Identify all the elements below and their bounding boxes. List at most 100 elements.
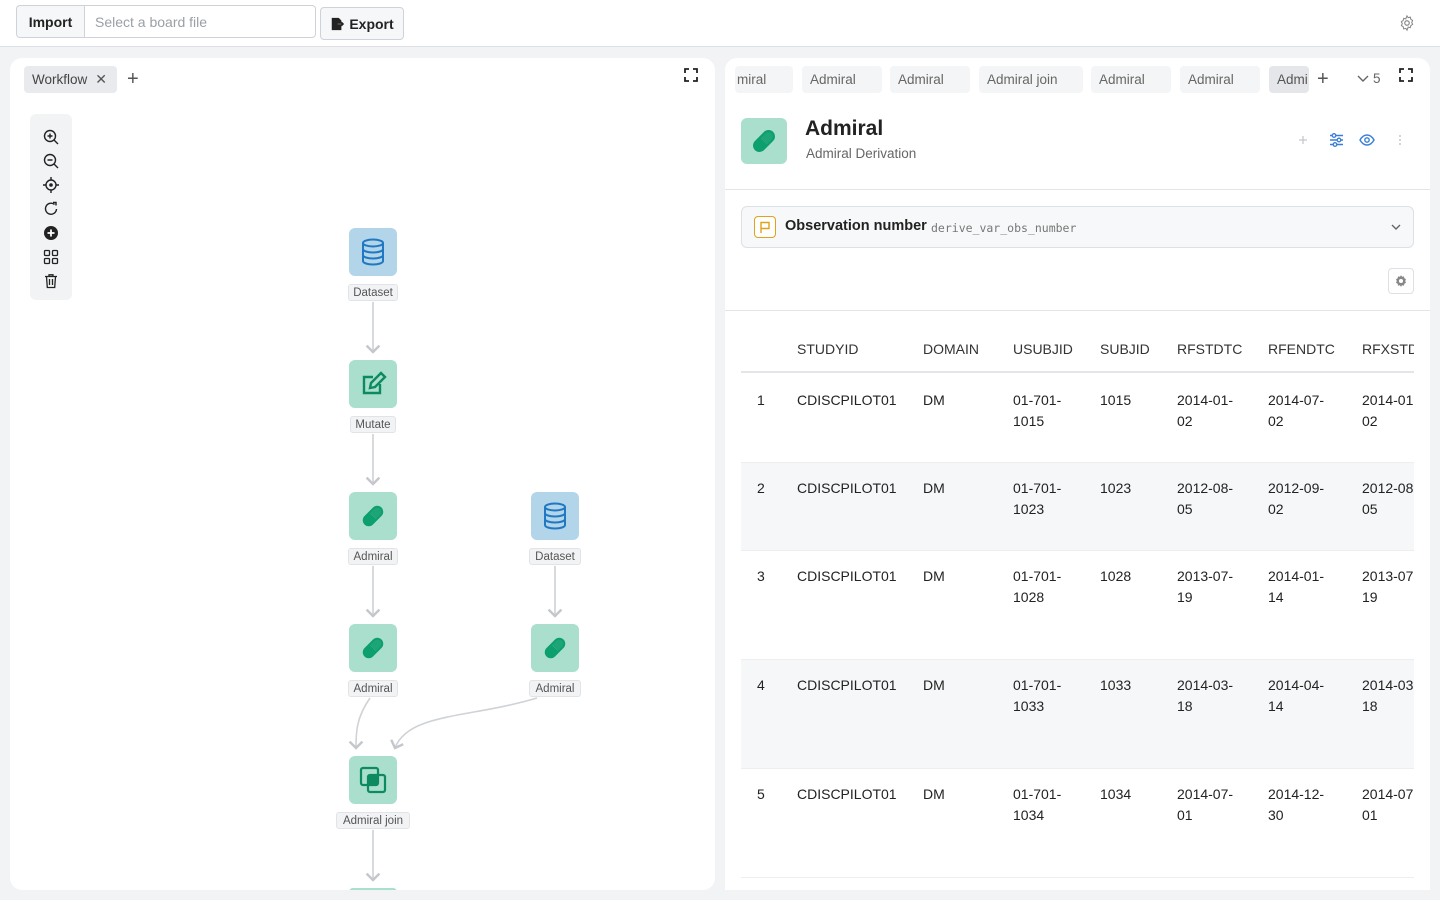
gear-icon xyxy=(1395,275,1407,287)
pill-icon xyxy=(362,637,384,659)
tab-admiral-active[interactable]: Admi xyxy=(1269,66,1309,93)
node-label: Admiral xyxy=(529,680,581,697)
top-bar: Import Select a board file Export xyxy=(0,0,1440,47)
block-title: Admiral xyxy=(805,117,884,140)
cell: 2013-07- 19 xyxy=(1177,568,1234,605)
col-header-rfxstdtc[interactable]: RFXSTDT xyxy=(1362,341,1414,357)
node-admiral-join[interactable] xyxy=(349,756,397,804)
tab-admiral[interactable]: Admiral xyxy=(1091,66,1171,93)
cell: DM xyxy=(923,392,945,408)
node-label: Admiral xyxy=(348,548,398,565)
cell: CDISCPILOT01 xyxy=(797,568,897,584)
cell: 3 xyxy=(757,568,765,584)
pill-icon xyxy=(362,505,384,527)
node-mutate[interactable] xyxy=(349,360,397,408)
node-partial[interactable] xyxy=(349,888,397,890)
data-table: STUDYID DOMAIN USUBJID SUBJID RFSTDTC RF… xyxy=(741,311,1414,890)
accordion-observation-number[interactable]: Observation number derive_var_obs_number xyxy=(741,206,1414,248)
cell: 2014-01 02 xyxy=(1362,392,1414,429)
node-admiral[interactable] xyxy=(349,492,397,540)
add-tab-button[interactable]: + xyxy=(1317,66,1329,92)
node-dataset[interactable] xyxy=(531,492,579,540)
node-dataset[interactable] xyxy=(349,228,397,276)
export-label: Export xyxy=(349,15,394,32)
accordion-function-name: derive_var_obs_number xyxy=(931,221,1077,235)
cell: 2 xyxy=(757,480,765,496)
cell: 2013-07 19 xyxy=(1362,568,1414,605)
col-header-rfstdtc[interactable]: RFSTDTC xyxy=(1177,341,1242,357)
table-row[interactable]: 1 CDISCPILOT01 DM 01-701- 1015 1015 2014… xyxy=(741,375,1414,463)
col-header-studyid[interactable]: STUDYID xyxy=(797,341,858,357)
database-icon xyxy=(362,238,384,266)
node-admiral[interactable] xyxy=(531,624,579,672)
detail-tabs: miral Admiral Admiral Admiral join Admir… xyxy=(725,66,1430,94)
divider xyxy=(725,189,1430,190)
tab-admiral[interactable]: Admiral xyxy=(890,66,970,93)
cell: 1 xyxy=(757,392,765,408)
table-header: STUDYID DOMAIN USUBJID SUBJID RFSTDTC RF… xyxy=(741,311,1414,373)
cell: DM xyxy=(923,480,945,496)
cell: 1028 xyxy=(1100,568,1132,584)
more-vertical-icon[interactable] xyxy=(1392,132,1408,148)
database-icon xyxy=(544,502,566,530)
tab-admiral[interactable]: Admiral xyxy=(1180,66,1260,93)
table-row[interactable]: 4 CDISCPILOT01 DM 01-701- 1033 1033 2014… xyxy=(741,660,1414,769)
cell: 01-701- 1034 xyxy=(1013,786,1062,823)
cell: 2014-03 18 xyxy=(1362,677,1414,714)
tab-admiral-join[interactable]: Admiral join xyxy=(979,66,1083,93)
cell: 2012-08- 05 xyxy=(1177,480,1234,517)
eye-icon[interactable] xyxy=(1359,132,1375,148)
edge xyxy=(390,697,538,750)
tab-count-label: 5 xyxy=(1373,71,1381,86)
settings-gear-icon[interactable] xyxy=(1398,14,1416,32)
sliders-icon[interactable] xyxy=(1328,132,1344,148)
chevron-down-icon xyxy=(1391,224,1401,230)
col-header-rfendtc[interactable]: RFENDTC xyxy=(1268,341,1335,357)
col-header-subjid[interactable]: SUBJID xyxy=(1100,341,1150,357)
import-button[interactable]: Import xyxy=(16,5,84,38)
node-label: Admiral join xyxy=(336,812,410,829)
tab-admiral[interactable]: miral xyxy=(735,66,793,93)
table-row[interactable]: 5 CDISCPILOT01 DM 01-701- 1034 1034 2014… xyxy=(741,769,1414,878)
cell: 2014-07- 02 xyxy=(1268,392,1325,429)
board-file-input[interactable]: Select a board file xyxy=(84,5,316,38)
node-label: Dataset xyxy=(529,548,581,565)
join-icon xyxy=(359,766,387,794)
table-row[interactable]: 2 CDISCPILOT01 DM 01-701- 1023 1023 2012… xyxy=(741,463,1414,551)
tab-admiral[interactable]: Admiral xyxy=(802,66,882,93)
chevron-down-icon xyxy=(1357,75,1369,82)
cell: 2014-07- 01 xyxy=(1177,786,1234,823)
col-header-domain[interactable]: DOMAIN xyxy=(923,341,979,357)
accordion-title: Observation number xyxy=(785,218,927,234)
cell: DM xyxy=(923,568,945,584)
cell: 2014-01- 02 xyxy=(1177,392,1234,429)
workflow-panel: Workflow ✕ + Dataset Mutate Admiral Data… xyxy=(10,58,715,890)
fullscreen-icon[interactable] xyxy=(1399,68,1413,82)
cell: 01-701- 1015 xyxy=(1013,392,1062,429)
cell: 2014-07 01 xyxy=(1362,786,1414,823)
node-admiral[interactable] xyxy=(349,624,397,672)
cell: 01-701- 1023 xyxy=(1013,480,1062,517)
pill-icon xyxy=(753,130,775,152)
col-header-usubjid[interactable]: USUBJID xyxy=(1013,341,1073,357)
block-subtitle: Admiral Derivation xyxy=(806,146,917,161)
node-label: Dataset xyxy=(348,284,398,301)
cell: 1033 xyxy=(1100,677,1132,693)
table-row[interactable]: 3 CDISCPILOT01 DM 01-701- 1028 1028 2013… xyxy=(741,551,1414,660)
cell: CDISCPILOT01 xyxy=(797,786,897,802)
cell: 01-701- 1033 xyxy=(1013,677,1062,714)
cell: DM xyxy=(923,786,945,802)
export-button[interactable]: Export xyxy=(320,7,404,40)
cell: 2012-08 05 xyxy=(1362,480,1414,517)
node-label: Admiral xyxy=(348,680,398,697)
cell: 2014-12- 30 xyxy=(1268,786,1325,823)
cell: CDISCPILOT01 xyxy=(797,677,897,693)
cell: DM xyxy=(923,677,945,693)
cell: CDISCPILOT01 xyxy=(797,392,897,408)
tab-overflow-menu[interactable]: 5 xyxy=(1357,71,1381,86)
add-icon[interactable] xyxy=(1295,132,1311,148)
table-settings-button[interactable] xyxy=(1388,268,1414,294)
flag-icon xyxy=(754,216,776,238)
cell: 1023 xyxy=(1100,480,1132,496)
cell: 2014-01- 14 xyxy=(1268,568,1325,605)
